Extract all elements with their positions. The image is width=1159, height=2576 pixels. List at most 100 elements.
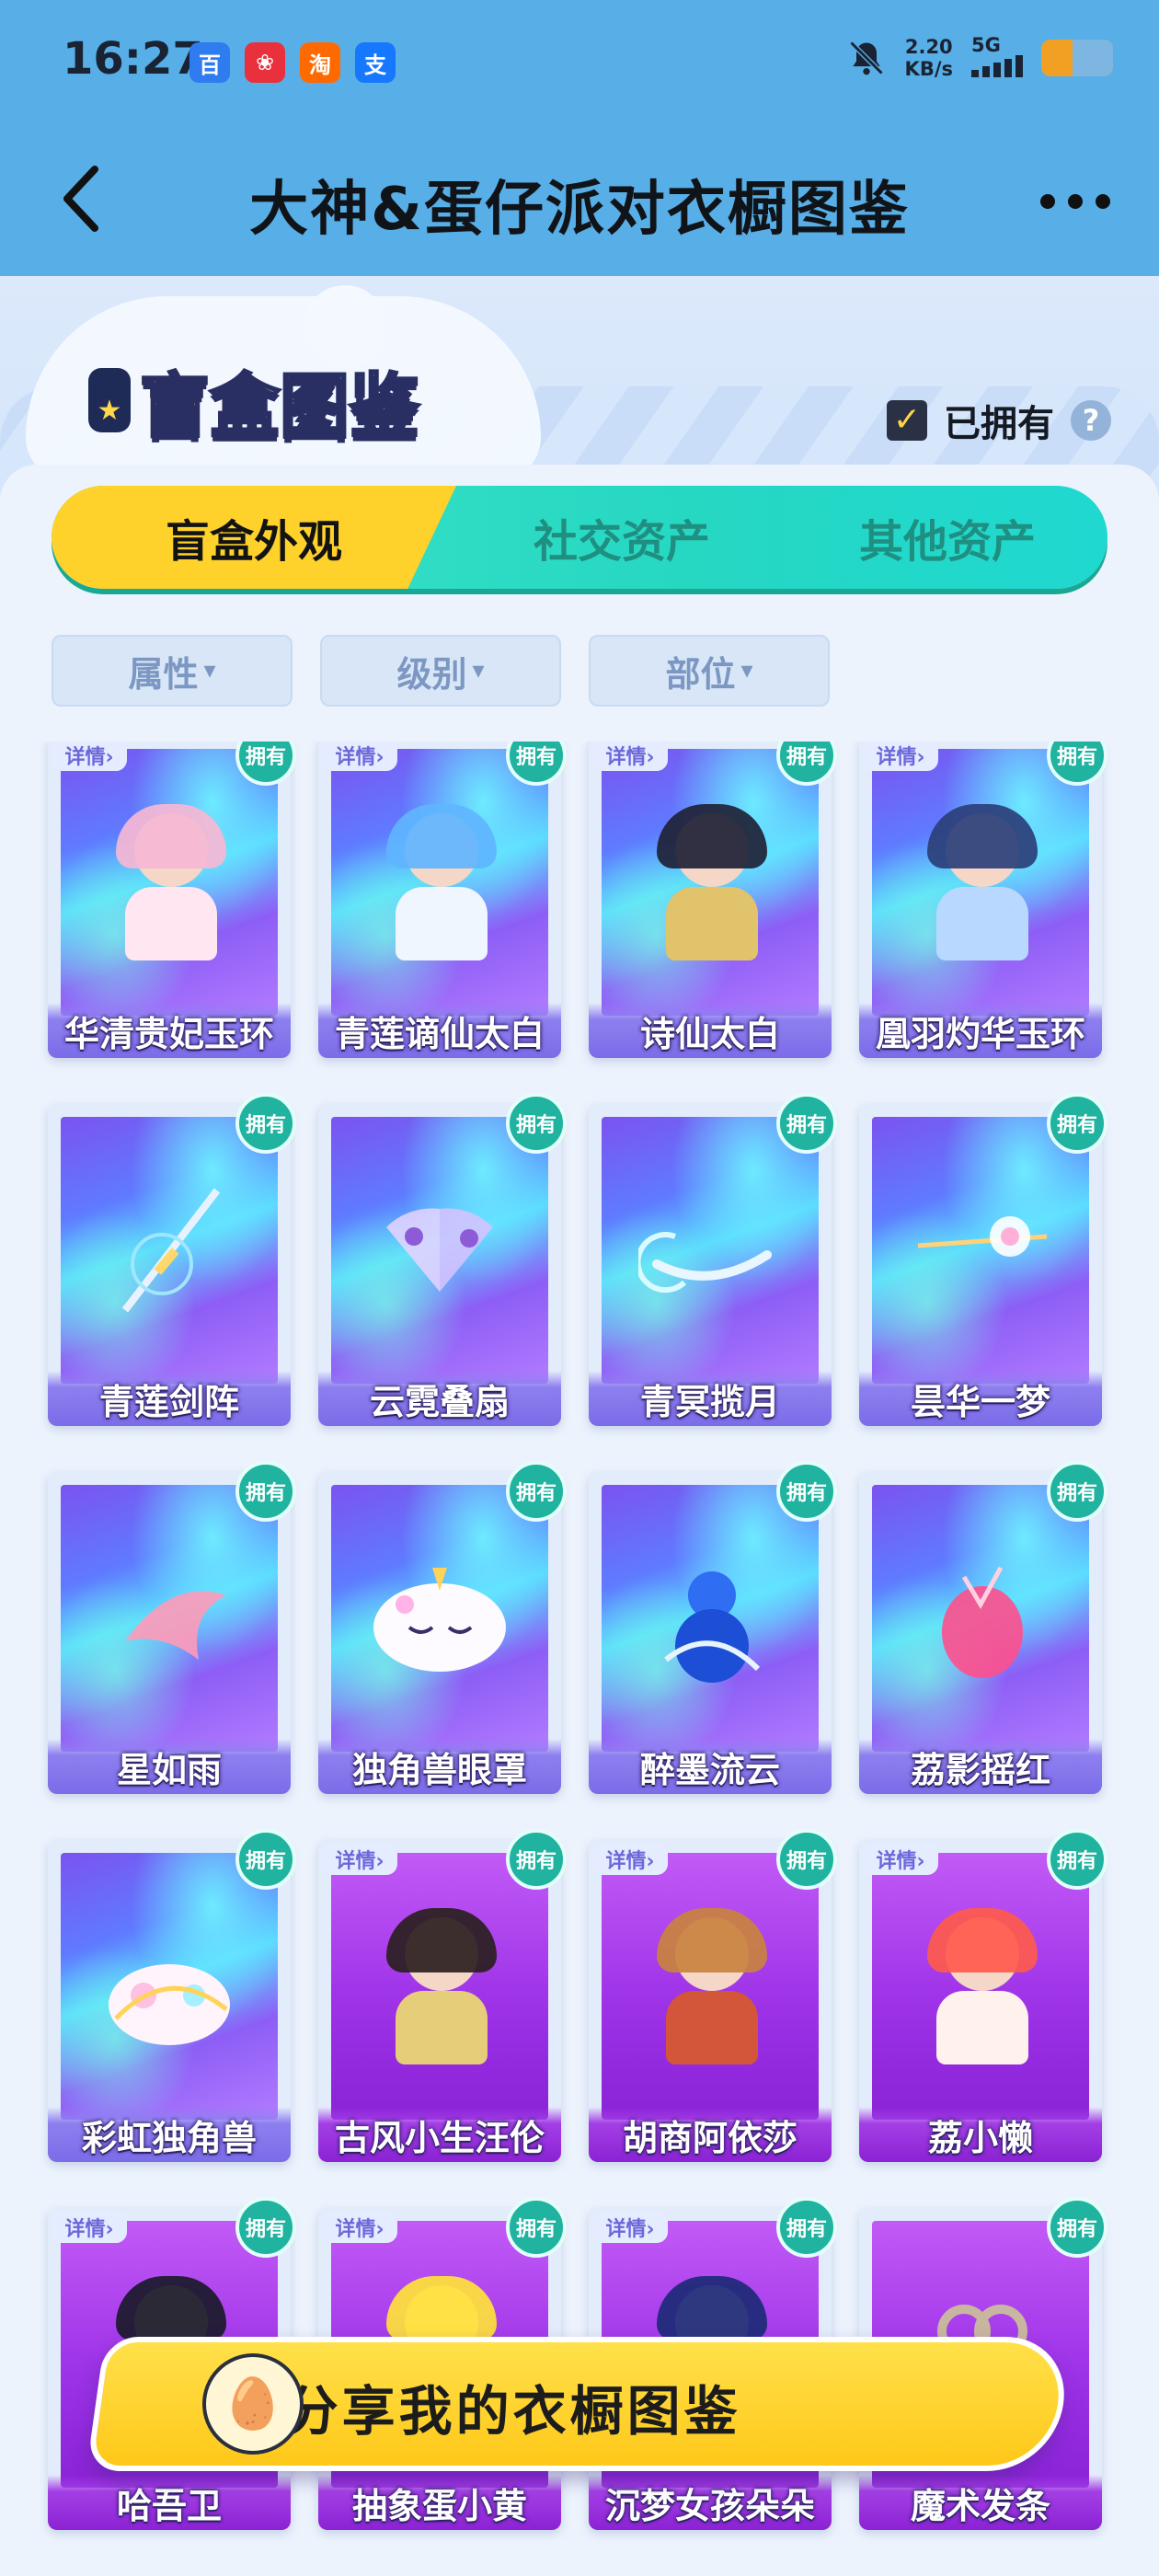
item-card[interactable]: 凰羽灼华玉环 详情› 拥有 [859,742,1107,1058]
filter-bar: 属性 ▾ 级别 ▾ 部位 ▾ [52,635,830,707]
item-card[interactable]: 云霓叠扇 拥有 [318,1093,567,1426]
card-artwork [872,749,1089,1016]
signal-indicator: 5G [971,35,1023,81]
attribute-filter-dropdown[interactable]: 属性 ▾ [52,635,293,707]
item-grid: 华清贵妃玉环 详情› 拥有 青莲谪仙太白 详情› 拥有 诗仙太白 详情› 拥有 凰羽灼华玉环 详情›… [0,742,1159,2576]
unicorn-eye-mask-icon [368,1540,511,1696]
card-artwork [331,1485,548,1752]
item-card[interactable]: 华清贵妃玉环 详情› 拥有 [48,742,296,1058]
owned-label: 已拥有 [944,403,1054,445]
owned-badge: 拥有 [776,2197,837,2258]
chevron-left-icon [63,166,98,232]
item-card[interactable]: 诗仙太白 详情› 拥有 [589,742,837,1058]
item-name: 凰羽灼华玉环 [859,1003,1102,1058]
owned-checkbox[interactable]: ✓ [887,400,927,441]
item-card[interactable]: 彩虹独角兽 拥有 [48,1829,296,2162]
item-card[interactable]: 星如雨 拥有 [48,1461,296,1794]
owned-badge: 拥有 [1047,2197,1107,2258]
red-app-icon: ❀ [245,42,285,83]
item-card[interactable]: 青莲剑阵 拥有 [48,1093,296,1426]
back-button[interactable] [44,162,118,236]
owned-badge: 拥有 [1047,1461,1107,1522]
item-card[interactable]: 青莲谪仙太白 详情› 拥有 [318,742,567,1058]
lychee-ornament-icon [909,1540,1052,1696]
caret-down-icon: ▾ [472,657,485,684]
share-label: 分享我的衣橱图鉴 [284,2380,741,2443]
detail-badge[interactable]: 详情› [52,742,127,771]
item-card[interactable]: 荔小懒 详情› 拥有 [859,1829,1107,2162]
baidu-app-icon: 百 [189,42,230,83]
item-name: 抽象蛋小黄 [318,2475,561,2530]
item-name: 昙华一梦 [859,1371,1102,1426]
detail-badge[interactable]: 详情› [322,2212,397,2243]
item-card[interactable]: 胡商阿依莎 详情› 拥有 [589,1829,837,2162]
item-name: 魔术发条 [859,2475,1102,2530]
owned-badge: 拥有 [506,1829,567,1890]
category-tabs: 盲盒外观 社交资产 其他资产 [52,486,1107,589]
level-filter-dropdown[interactable]: 级别 ▾ [320,635,561,707]
item-name: 星如雨 [48,1739,291,1794]
owned-badge: 拥有 [506,2197,567,2258]
fans-icon [368,1172,511,1328]
owned-badge: 拥有 [235,1461,296,1522]
owned-badge: 拥有 [235,2197,296,2258]
status-right: 2.20 KB/s 5G [846,35,1113,81]
card-artwork [331,1853,548,2120]
status-bar: 16:27 百 ❀ 淘 支 2.20 KB/s 5G [0,0,1159,129]
card-artwork [602,1117,819,1384]
caret-down-icon: ▾ [740,657,753,684]
help-icon[interactable]: ? [1071,400,1111,441]
tab-social-assets[interactable]: 社交资产 [456,486,787,589]
veiled-character-icon [909,804,1052,960]
item-card[interactable]: 昙华一梦 拥有 [859,1093,1107,1426]
owned-badge: 拥有 [235,1093,296,1154]
card-artwork [602,1485,819,1752]
item-name: 古风小生汪伦 [318,2107,561,2162]
item-card[interactable]: 古风小生汪伦 详情› 拥有 [318,1829,567,2162]
tab-blind-box-appearance[interactable]: 盲盒外观 [52,486,456,589]
crescent-icon [635,1172,782,1328]
blind-box-logo: ★ 盲盒图鉴 [88,350,421,451]
egg-mascot-icon: 🥚 [202,2353,304,2455]
item-name: 独角兽眼罩 [318,1739,561,1794]
detail-badge[interactable]: 详情› [592,1844,668,1875]
item-card[interactable]: 荔影摇红 拥有 [859,1461,1107,1794]
hairpin-flower-icon [909,1172,1052,1328]
owned-badge: 拥有 [1047,1093,1107,1154]
mute-bell-icon [849,40,883,75]
card-artwork [872,1117,1089,1384]
owned-badge: 拥有 [506,1093,567,1154]
detail-badge[interactable]: 详情› [52,2212,127,2243]
item-name: 沉梦女孩朵朵 [589,2475,832,2530]
pink-hair-character-icon [98,804,241,960]
status-app-icons: 百 ❀ 淘 支 [189,42,396,83]
blue-hair-character-icon [368,804,511,960]
owned-filter-toggle[interactable]: ✓ 已拥有 ? [887,394,1111,447]
more-options-button[interactable] [1034,173,1117,228]
item-card[interactable]: 独角兽眼罩 拥有 [318,1461,567,1794]
card-artwork [61,1117,278,1384]
card-artwork [872,1485,1089,1752]
sword-icon [98,1172,241,1328]
owned-badge: 拥有 [1047,1829,1107,1890]
item-card[interactable]: 青冥揽月 拥有 [589,1093,837,1426]
battery-icon [1041,40,1113,76]
item-name: 荔影摇红 [859,1739,1102,1794]
tab-other-assets[interactable]: 其他资产 [787,486,1107,589]
card-artwork [61,1485,278,1752]
card-artwork [331,749,548,1016]
detail-badge[interactable]: 详情› [322,1844,397,1875]
detail-badge[interactable]: 详情› [592,2212,668,2243]
owned-badge: 拥有 [776,1093,837,1154]
item-name: 胡商阿依莎 [589,2107,832,2162]
part-filter-dropdown[interactable]: 部位 ▾ [589,635,830,707]
detail-badge[interactable]: 详情› [322,742,397,771]
item-name: 荔小懒 [859,2107,1102,2162]
detail-badge[interactable]: 详情› [863,1844,938,1875]
signal-bars-icon [971,55,1023,77]
detail-badge[interactable]: 详情› [592,742,668,771]
item-card[interactable]: 醉墨流云 拥有 [589,1461,837,1794]
detail-badge[interactable]: 详情› [863,742,938,771]
card-artwork [61,1853,278,2120]
item-name: 青莲谪仙太白 [318,1003,561,1058]
